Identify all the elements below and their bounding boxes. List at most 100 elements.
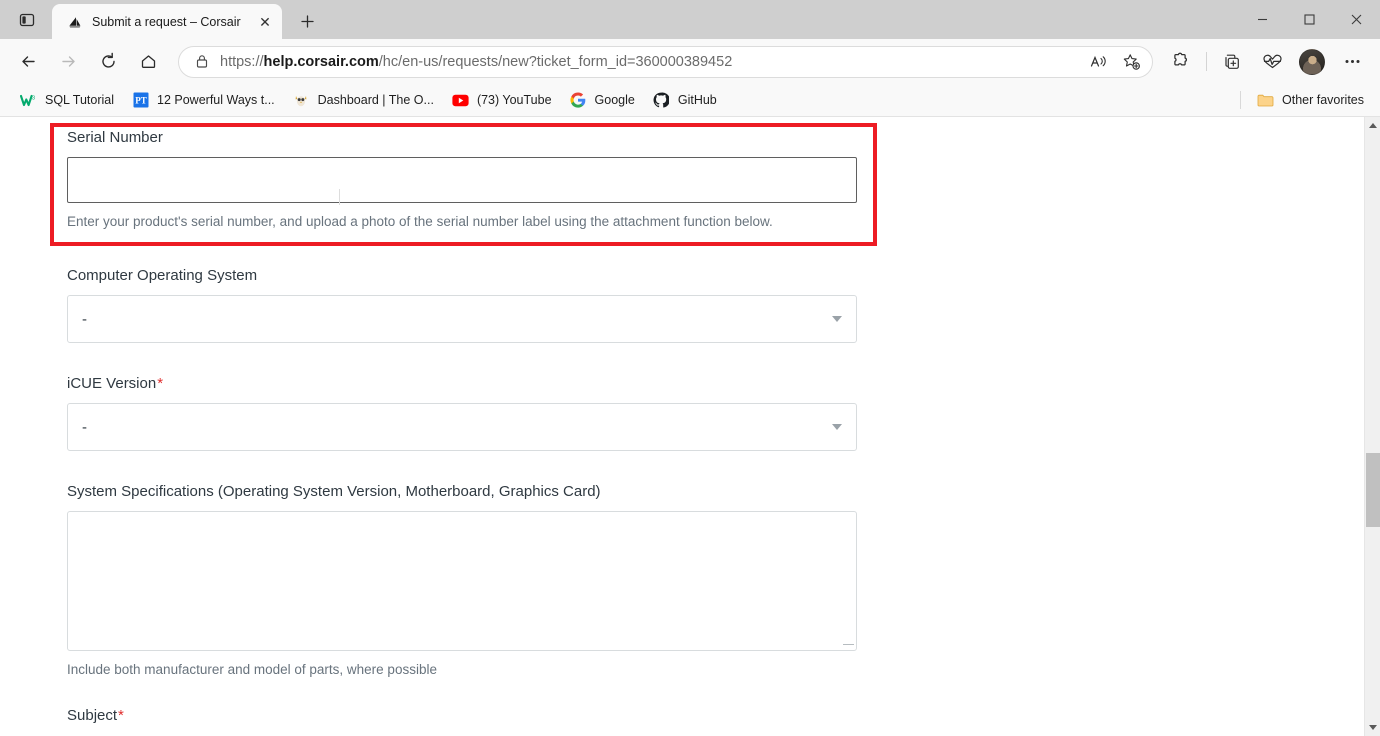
- extensions-button[interactable]: [1164, 45, 1198, 79]
- folder-icon: [1257, 92, 1274, 109]
- text-caret: [339, 189, 340, 205]
- read-aloud-button[interactable]: [1084, 48, 1114, 76]
- refresh-icon: [101, 52, 115, 68]
- bookmark-label: Google: [594, 93, 635, 107]
- field-serial-number: Serial Number Enter your product's seria…: [67, 129, 877, 231]
- field-icue-version: iCUE Version* -: [67, 375, 877, 452]
- tab-strip: Submit a request – Corsair ✕: [0, 0, 1380, 39]
- close-window-button[interactable]: [1333, 0, 1380, 39]
- settings-and-more-button[interactable]: [1335, 45, 1369, 79]
- maximize-button[interactable]: [1286, 0, 1333, 39]
- new-tab-button[interactable]: [292, 6, 322, 36]
- window-controls: [1239, 0, 1380, 39]
- home-button[interactable]: [131, 45, 165, 79]
- youtube-icon: [452, 92, 469, 109]
- bookmark-label: SQL Tutorial: [45, 93, 115, 107]
- w3schools-icon: 3: [20, 92, 37, 109]
- operating-system-select[interactable]: -: [67, 295, 857, 344]
- home-icon: [141, 55, 155, 68]
- minimize-button[interactable]: [1239, 0, 1286, 39]
- favorites-bar: 3 SQL Tutorial PT 12 Powerful Ways t...: [0, 84, 1380, 117]
- maximize-icon: [1304, 14, 1315, 25]
- bookmark-item-youtube[interactable]: (73) YouTube: [444, 88, 560, 113]
- bookmark-item-sql-tutorial[interactable]: 3 SQL Tutorial: [12, 88, 122, 113]
- bookmark-item-dashboard[interactable]: Dashboard | The O...: [285, 88, 442, 113]
- arrow-left-icon: [21, 56, 35, 67]
- corsair-sails-icon: [66, 13, 83, 30]
- address-bar[interactable]: https://help.corsair.com/hc/en-us/reques…: [178, 45, 1153, 78]
- bookmark-item-12-powerful-ways[interactable]: PT 12 Powerful Ways t...: [124, 88, 283, 113]
- read-aloud-icon: [1090, 55, 1106, 67]
- field-operating-system: Computer Operating System -: [67, 267, 877, 344]
- google-icon: [570, 92, 587, 109]
- browser-tab[interactable]: Submit a request – Corsair ✕: [52, 4, 282, 39]
- close-icon: [1351, 14, 1362, 25]
- subject-label-text: Subject: [67, 707, 118, 725]
- svg-text:3: 3: [32, 95, 35, 101]
- favorites-separator: [1240, 91, 1242, 109]
- plus-icon: [300, 14, 314, 28]
- other-favorites-button[interactable]: Other favorites: [1249, 88, 1372, 113]
- page-viewport: Serial Number Enter your product's seria…: [0, 117, 1380, 736]
- github-icon: [653, 92, 670, 109]
- browser-window: Submit a request – Corsair ✕ https://hel…: [0, 0, 1380, 736]
- serial-number-label: Serial Number: [67, 129, 163, 146]
- other-favorites-label: Other favorites: [1282, 93, 1364, 107]
- page-scrollbar[interactable]: [1364, 117, 1380, 736]
- arrow-right-icon: [61, 56, 75, 67]
- sidebar-panel-icon: [19, 13, 35, 27]
- address-bar-url: https://help.corsair.com/hc/en-us/reques…: [220, 54, 1082, 70]
- bookmark-label: GitHub: [677, 93, 717, 107]
- chevron-down-icon: [832, 316, 842, 323]
- form-column: Serial Number Enter your product's seria…: [67, 117, 877, 724]
- serial-number-hint: Enter your product's serial number, and …: [67, 214, 773, 229]
- tab-actions-button[interactable]: [8, 5, 46, 35]
- field-system-specifications: System Specifications (Operating System …: [67, 483, 877, 679]
- chevron-down-icon: [832, 424, 842, 431]
- pt-icon: PT: [132, 92, 149, 109]
- system-specifications-textarea[interactable]: [67, 511, 857, 652]
- field-subject: Subject*: [67, 707, 877, 724]
- scrollbar-thumb[interactable]: [1366, 453, 1380, 527]
- system-specifications-label: System Specifications (Operating System …: [67, 483, 601, 501]
- svg-text:PT: PT: [135, 96, 147, 106]
- toolbar-separator: [1206, 52, 1207, 71]
- system-specifications-textarea-wrap: [67, 511, 857, 652]
- scroll-down-button[interactable]: [1365, 719, 1380, 736]
- required-asterisk: *: [118, 707, 124, 725]
- serial-number-input[interactable]: [67, 157, 857, 203]
- triangle-up-icon: [1369, 123, 1377, 128]
- owl-icon: [293, 92, 310, 109]
- star-plus-icon: [1123, 53, 1140, 70]
- tab-title: Submit a request – Corsair: [92, 14, 241, 29]
- bookmark-item-google[interactable]: Google: [562, 88, 643, 113]
- triangle-down-icon: [1369, 725, 1377, 730]
- add-favorite-button[interactable]: [1116, 48, 1146, 76]
- required-asterisk: *: [157, 375, 164, 393]
- url-path: /hc/en-us/requests/new?ticket_form_id=36…: [378, 53, 733, 70]
- profile-avatar[interactable]: [1299, 48, 1325, 75]
- extensions-puzzle-icon: [1174, 52, 1187, 66]
- bookmark-label: 12 Powerful Ways t...: [157, 93, 275, 107]
- back-button[interactable]: [11, 45, 45, 79]
- close-tab-icon[interactable]: ✕: [254, 11, 276, 33]
- scroll-up-button[interactable]: [1365, 117, 1380, 134]
- system-specifications-hint: Include both manufacturer and model of p…: [67, 662, 437, 678]
- collections-button[interactable]: [1215, 45, 1249, 79]
- icue-version-label: iCUE Version*: [67, 375, 877, 392]
- collections-add-icon: [1225, 54, 1239, 69]
- subject-label: Subject*: [67, 707, 877, 724]
- navigation-toolbar: https://help.corsair.com/hc/en-us/reques…: [0, 39, 1380, 84]
- icue-version-label-text: iCUE Version: [67, 375, 157, 393]
- browser-essentials-button[interactable]: [1255, 45, 1289, 79]
- icue-version-select[interactable]: -: [67, 403, 857, 452]
- bookmark-label: (73) YouTube: [476, 93, 552, 107]
- bookmark-item-github[interactable]: GitHub: [645, 88, 725, 113]
- operating-system-selected-value: -: [82, 310, 87, 328]
- refresh-button[interactable]: [91, 45, 125, 79]
- other-favorites-group: Other favorites: [1240, 88, 1374, 113]
- icue-version-selected-value: -: [82, 418, 87, 436]
- ellipsis-icon: [1345, 60, 1359, 63]
- minimize-icon: [1258, 18, 1267, 21]
- forward-button[interactable]: [51, 45, 85, 79]
